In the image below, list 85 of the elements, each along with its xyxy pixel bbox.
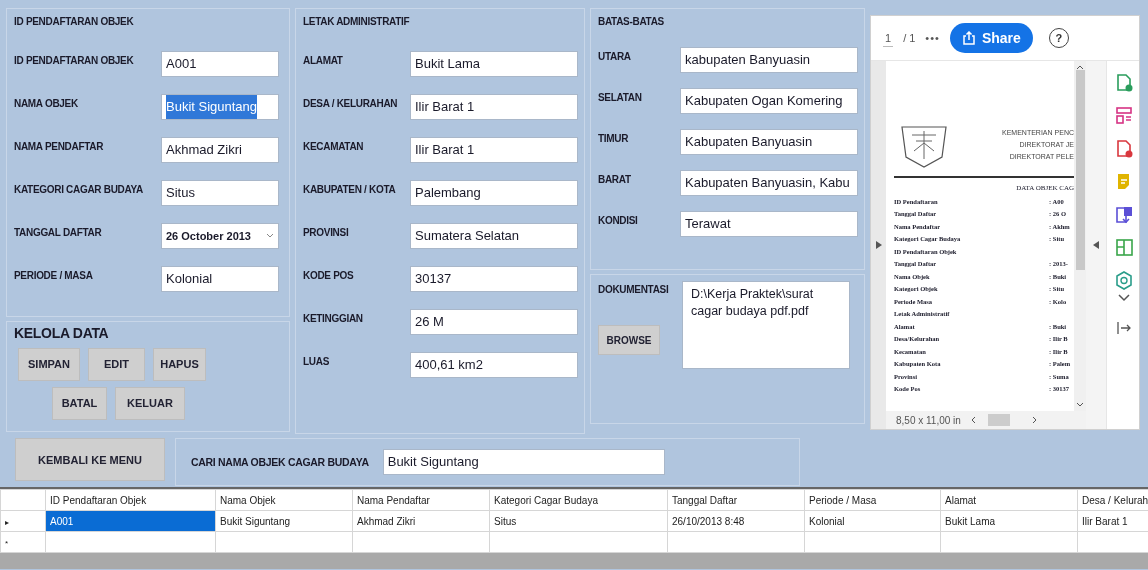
input-field[interactable]: Terawat: [680, 211, 858, 237]
input-field[interactable]: Bukit Lama: [410, 51, 578, 77]
input-field[interactable]: 30137: [410, 266, 578, 292]
document-export-icon[interactable]: [1114, 205, 1134, 224]
table-cell[interactable]: Situs: [489, 510, 668, 532]
input-field[interactable]: Situs: [161, 180, 279, 206]
action-button[interactable]: HAPUS: [153, 347, 206, 381]
page-number[interactable]: 1: [883, 29, 894, 47]
field-label: SELATAN: [598, 91, 643, 103]
document-add-icon[interactable]: [1114, 73, 1134, 92]
chevron-down-icon[interactable]: [1118, 294, 1130, 302]
group-title: ID PENDAFTARAN OBJEK: [14, 15, 134, 29]
field-label: LUAS: [303, 355, 331, 367]
field-label: KABUPATEN / KOTA: [303, 183, 397, 195]
row-marker: ▸: [5, 517, 9, 527]
group-title: BATAS-BATAS: [598, 15, 664, 29]
field-label: PERIODE / MASA: [14, 269, 94, 281]
expand-left-icon[interactable]: [875, 241, 882, 249]
group-title: KELOLA DATA: [14, 323, 109, 342]
share-button[interactable]: Share: [949, 23, 1033, 53]
table-cell[interactable]: Bukit Siguntang: [215, 510, 353, 532]
input-field[interactable]: Akhmad Zikri: [161, 137, 279, 163]
input-field[interactable]: Sumatera Selatan: [410, 223, 578, 249]
action-button[interactable]: BATAL: [52, 386, 107, 420]
input-field[interactable]: Ilir Barat 1: [410, 137, 578, 163]
input-field[interactable]: Bukit Siguntang: [161, 94, 279, 120]
scroll-up-icon[interactable]: [1076, 65, 1084, 70]
field-label: ALAMAT: [303, 54, 344, 66]
action-button[interactable]: KELUAR: [115, 386, 185, 420]
field-label: NAMA PENDAFTAR: [14, 140, 105, 152]
field-label: PROVINSI: [303, 226, 350, 238]
collapse-panel-icon[interactable]: [1117, 322, 1131, 334]
field-label: KODE POS: [303, 269, 355, 281]
field-label: ID PENDAFTARAN OBJEK: [14, 54, 135, 66]
input-field[interactable]: Kabupaten Ogan Komering: [680, 88, 858, 114]
layout-icon[interactable]: [1114, 106, 1134, 125]
document-gear-icon[interactable]: [1114, 271, 1134, 290]
table-cell[interactable]: 26/10/2013 8:48: [667, 510, 805, 532]
input-field[interactable]: 400,61 km2: [410, 352, 578, 378]
field-label: DESA / KELURAHAN: [303, 97, 399, 109]
scroll-left-icon[interactable]: [970, 416, 976, 424]
vertical-scrollbar[interactable]: [1074, 61, 1086, 411]
group-title: LETAK ADMINISTRATIF: [303, 15, 410, 29]
collapse-right-icon[interactable]: [1093, 241, 1099, 249]
action-button[interactable]: SIMPAN: [18, 347, 80, 381]
document-add-icon[interactable]: [1114, 139, 1134, 158]
table-cell[interactable]: Kolonial: [804, 510, 941, 532]
input-field[interactable]: Palembang: [410, 180, 578, 206]
input-field[interactable]: Ilir Barat 1: [410, 94, 578, 120]
field-label: KONDISI: [598, 214, 639, 226]
field-label: NAMA OBJEK: [14, 97, 79, 109]
field-label: TANGGAL DAFTAR: [14, 226, 103, 238]
group-title: DOKUMENTASI: [598, 283, 670, 297]
browse-button[interactable]: BROWSE: [598, 325, 660, 355]
field-label: KECAMATAN: [303, 140, 365, 152]
date-picker[interactable]: 26 October 2013: [161, 223, 279, 249]
field-label: TIMUR: [598, 132, 630, 144]
input-field[interactable]: A001: [161, 51, 279, 77]
action-button[interactable]: EDIT: [88, 347, 145, 381]
table-cell[interactable]: Bukit Lama: [940, 510, 1078, 532]
field-label: KETINGGIAN: [303, 312, 364, 324]
scroll-right-icon[interactable]: [1031, 416, 1037, 424]
table-cell[interactable]: Akhmad Zikri: [352, 510, 490, 532]
search-label: CARI NAMA OBJEK CAGAR BUDAYA: [191, 456, 369, 468]
more-button[interactable]: •••: [925, 32, 940, 44]
input-field[interactable]: 26 M: [410, 309, 578, 335]
input-field[interactable]: kabupaten Banyuasin: [680, 47, 858, 73]
share-icon: [961, 31, 976, 45]
input-field[interactable]: Kolonial: [161, 266, 279, 292]
dropdown-icon: [266, 233, 274, 239]
page-size: 8,50 x 11,00 in: [896, 414, 961, 426]
row-marker: *: [5, 538, 9, 548]
input-field[interactable]: Bukit Siguntang: [382, 449, 665, 475]
field-label: BARAT: [598, 173, 632, 185]
input-field[interactable]: Kabupaten Banyuasin, Kabu: [680, 170, 858, 196]
input-field[interactable]: Kabupaten Banyuasin: [680, 129, 858, 155]
field-label: UTARA: [598, 50, 632, 62]
column-header[interactable]: Alamat: [945, 494, 977, 506]
menu-button[interactable]: KEMBALI KE MENU: [15, 438, 165, 481]
page-count: / 1: [903, 32, 916, 44]
field-label: KATEGORI CAGAR BUDAYA: [14, 183, 144, 195]
panels-icon[interactable]: [1114, 238, 1134, 257]
scroll-down-icon[interactable]: [1076, 402, 1084, 407]
path-field[interactable]: D:\Kerja Praktek\surat cagar budaya pdf.pdf: [682, 281, 850, 369]
horizontal-scrollbar[interactable]: [970, 414, 1037, 426]
